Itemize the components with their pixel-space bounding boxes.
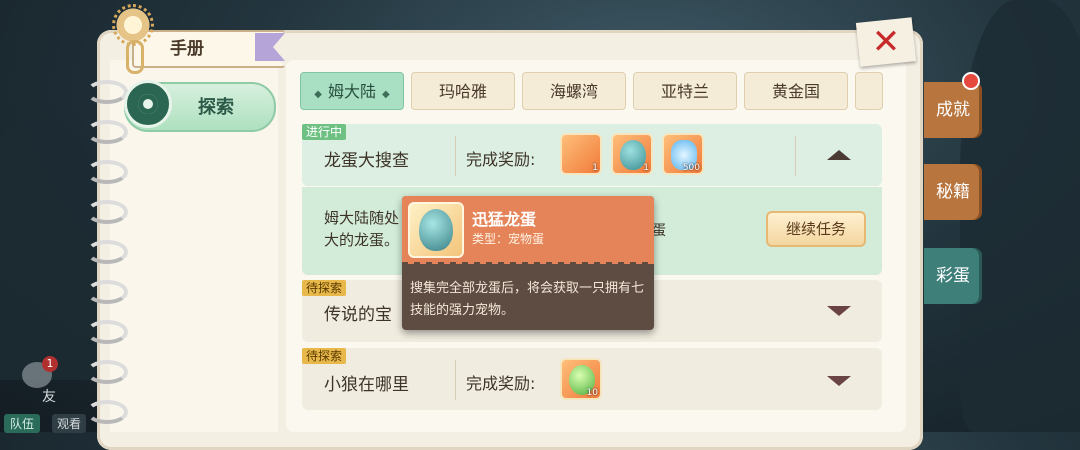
tab-region-3[interactable]: 海螺湾 — [522, 72, 626, 110]
quest-title: 龙蛋大搜查 — [324, 151, 409, 171]
background-tree — [0, 120, 100, 380]
green-orb-icon[interactable]: 10 — [560, 358, 602, 400]
tooltip-description: 搜集完全部龙蛋后，将会获取一只拥有七技能的强力宠物。 — [410, 281, 645, 318]
notification-dot — [962, 72, 980, 90]
close-icon[interactable]: ✕ — [866, 22, 906, 62]
tooltip-item-type: 类型：宠物蛋 — [472, 232, 545, 246]
dragon-egg-icon — [408, 202, 464, 258]
tab-region-more[interactable] — [855, 72, 883, 110]
collapse-arrow-icon[interactable] — [827, 150, 851, 160]
paperclip-icon — [126, 40, 144, 74]
binder-ring — [86, 360, 128, 384]
team-button[interactable]: 队伍 — [4, 414, 41, 433]
tab-secrets[interactable]: 秘籍 — [924, 164, 982, 220]
status-badge: 进行中 — [302, 124, 347, 140]
divider — [795, 136, 796, 176]
binder-ring — [86, 400, 128, 424]
watch-button[interactable]: 观看 — [52, 414, 87, 433]
reward-label: 完成奖励: — [466, 374, 536, 393]
reward-label: 完成奖励: — [466, 150, 536, 169]
quest-description-tail: 蛋 — [652, 223, 666, 239]
binder-ring — [86, 80, 128, 104]
egg-icon — [419, 209, 453, 251]
friend-label[interactable]: 友 — [42, 386, 56, 406]
binder-ring — [86, 280, 128, 304]
tab-ornament-icon: ◆ — [314, 89, 322, 100]
binder-ring — [86, 320, 128, 344]
status-badge: 待探索 — [302, 280, 347, 296]
tab-region-5[interactable]: 黄金国 — [744, 72, 848, 110]
page-title: 手册 — [170, 39, 204, 59]
status-badge: 待探索 — [302, 348, 347, 364]
divider — [455, 136, 456, 176]
card-icon[interactable]: 1 — [560, 133, 602, 175]
friend-count-badge: 1 — [42, 356, 58, 372]
sidebar-item-label[interactable]: 探索 — [198, 93, 234, 119]
crystal-icon[interactable]: 500 — [662, 133, 704, 175]
tab-achievements[interactable]: 成就 — [924, 82, 982, 138]
tooltip-item-name: 迅猛龙蛋 — [472, 210, 537, 229]
quest-title: 传说的宝 — [324, 305, 392, 325]
tab-easter-eggs[interactable]: 彩蛋 — [924, 248, 982, 304]
expand-arrow-icon[interactable] — [827, 376, 851, 386]
binder-ring — [86, 240, 128, 264]
tab-region-4[interactable]: 亚特兰 — [633, 72, 737, 110]
binder-ring — [86, 120, 128, 144]
dragon-egg-icon[interactable]: 1 — [611, 133, 653, 175]
binder-ring — [86, 160, 128, 184]
tab-ornament-icon: ◆ — [382, 89, 390, 100]
quest-title: 小狼在哪里 — [324, 375, 409, 395]
continue-quest-button[interactable]: 继续任务 — [766, 211, 866, 247]
divider — [455, 360, 456, 400]
tab-region-2[interactable]: 玛哈雅 — [411, 72, 515, 110]
item-tooltip: 迅猛龙蛋 类型：宠物蛋 搜集完全部龙蛋后，将会获取一只拥有七技能的强力宠物。 — [402, 196, 654, 330]
binder-ring — [86, 200, 128, 224]
tab-region-1[interactable]: ◆ 姆大陆 ◆ — [300, 72, 404, 110]
expand-arrow-icon[interactable] — [827, 306, 851, 316]
explore-icon[interactable] — [124, 80, 172, 128]
